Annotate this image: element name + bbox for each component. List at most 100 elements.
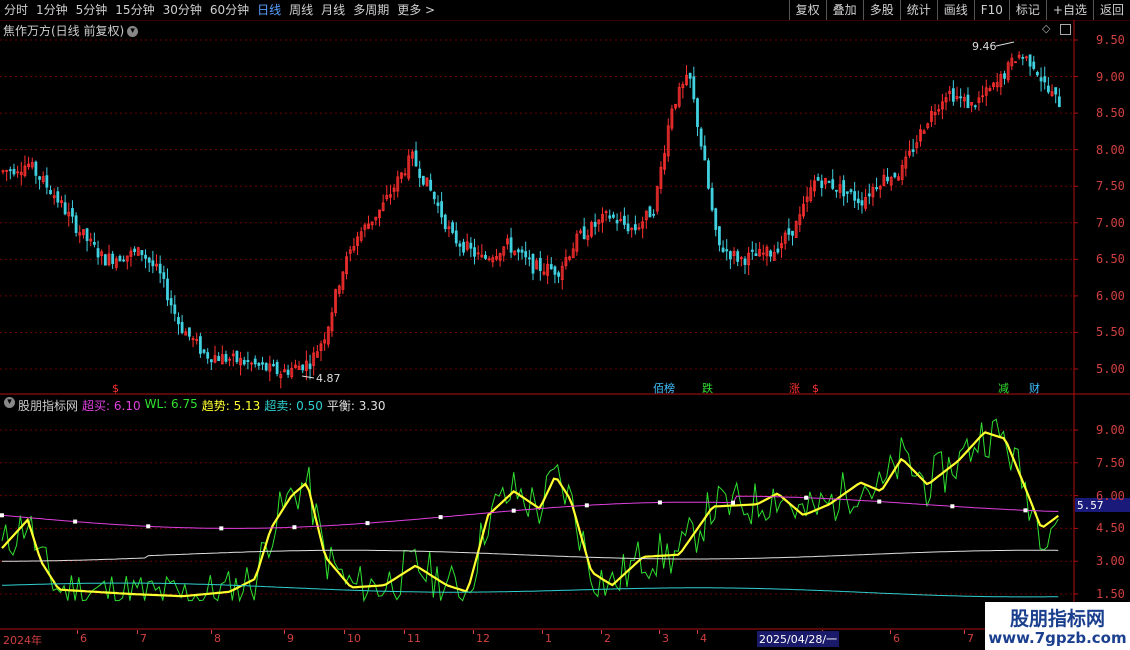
signal-badge-0: $ xyxy=(112,382,119,395)
month-tick xyxy=(344,630,345,634)
candle-body xyxy=(860,200,864,206)
candle-body xyxy=(166,278,169,301)
candle-body xyxy=(147,257,151,263)
candle-body xyxy=(710,187,714,211)
candle-body xyxy=(188,327,191,337)
candle-body xyxy=(414,150,418,167)
candle-body xyxy=(421,175,425,185)
month-label-7: 7 xyxy=(140,632,147,645)
candle-body xyxy=(1057,96,1061,108)
overbought-marker xyxy=(731,500,736,505)
candle-body xyxy=(264,362,268,371)
price-tick-label: 9.50 xyxy=(1096,33,1125,47)
candle-body xyxy=(173,304,177,314)
candle-body xyxy=(769,250,772,257)
indicator-tick-label: 3.00 xyxy=(1096,554,1125,569)
candle-body xyxy=(608,215,612,219)
candle-body xyxy=(845,191,849,194)
wl-line xyxy=(1,418,1059,603)
candle-body xyxy=(458,243,462,247)
price-high-arrow xyxy=(995,41,1015,47)
month-label-4: 4 xyxy=(700,632,707,645)
month-tick xyxy=(473,630,474,634)
indicator-tick-label: 7.50 xyxy=(1096,455,1125,470)
candle-body xyxy=(703,145,707,161)
candle-body xyxy=(787,228,791,235)
candle-body xyxy=(652,213,656,216)
month-tick xyxy=(404,630,405,634)
candle-body xyxy=(275,361,279,375)
candle-body xyxy=(549,264,553,270)
candle-body xyxy=(524,251,528,258)
candle-body xyxy=(217,356,221,362)
candle-body xyxy=(853,191,857,201)
overbought-marker xyxy=(0,513,4,518)
candle-body xyxy=(45,175,49,188)
overbought-marker xyxy=(73,519,78,524)
overbought-marker xyxy=(365,521,370,526)
signal-badge-1: 佰榜 xyxy=(653,382,675,395)
price-tick-label: 7.00 xyxy=(1096,215,1125,230)
candle-body xyxy=(1028,54,1032,67)
candle-body xyxy=(1043,76,1047,83)
candle-body xyxy=(71,208,74,217)
month-tick xyxy=(284,630,285,634)
candle-body xyxy=(144,254,147,259)
candle-body xyxy=(56,191,60,203)
month-tick xyxy=(137,630,138,634)
kline-chart[interactable]: 5.579.464.87 xyxy=(0,0,1130,650)
signal-badge-3: 涨 xyxy=(789,382,800,395)
candle-body xyxy=(38,176,41,180)
candle-body xyxy=(1036,71,1039,76)
candle-body xyxy=(791,230,794,236)
watermark-title: 股朋指标网 xyxy=(1009,608,1105,630)
candle-body xyxy=(462,241,465,253)
candle-body xyxy=(34,161,38,176)
candle-body xyxy=(648,206,652,218)
legend-item-1: WL: 6.75 xyxy=(144,397,198,411)
price-tick-label: 8.00 xyxy=(1096,142,1125,157)
price-tick-label: 6.50 xyxy=(1096,252,1125,267)
month-tick xyxy=(890,630,891,634)
candle-body xyxy=(140,250,144,256)
candle-body xyxy=(103,254,107,266)
price-low-arrow xyxy=(301,375,315,379)
candle-body xyxy=(96,248,100,258)
candle-body xyxy=(74,215,78,233)
month-tick xyxy=(964,630,965,634)
candle-body xyxy=(875,187,878,190)
candle-body xyxy=(867,193,871,197)
month-label-8: 8 xyxy=(214,632,221,645)
month-tick xyxy=(697,630,698,634)
candle-body xyxy=(721,247,725,253)
overbought-marker xyxy=(146,524,151,529)
cursor-date: 2025/04/28/一 xyxy=(757,631,840,647)
overbought-marker xyxy=(438,515,443,520)
overbought-marker xyxy=(219,526,224,531)
candle-body xyxy=(169,298,173,306)
month-label-7: 7 xyxy=(967,632,974,645)
candle-body xyxy=(443,214,447,230)
candle-body xyxy=(911,149,915,152)
candle-body xyxy=(235,350,239,363)
candle-body xyxy=(85,228,89,241)
month-label-6: 6 xyxy=(80,632,87,645)
candle-body xyxy=(827,181,831,183)
month-label-6: 6 xyxy=(893,632,900,645)
candle-body xyxy=(209,359,213,363)
price-tick-label: 9.00 xyxy=(1096,69,1125,84)
candle-body xyxy=(612,214,615,218)
candle-body xyxy=(736,251,740,262)
candle-body xyxy=(454,230,458,244)
month-tick xyxy=(601,630,602,634)
chevron-down-icon[interactable]: ▾ xyxy=(4,397,15,408)
year-label: 2024年 xyxy=(3,634,42,647)
month-tick xyxy=(542,630,543,634)
candle-body xyxy=(707,160,710,189)
candle-body xyxy=(688,72,692,79)
month-label-9: 9 xyxy=(287,632,294,645)
signal-badge-6: 财 xyxy=(1029,382,1040,395)
candle-body xyxy=(842,180,846,197)
candle-body xyxy=(418,168,422,178)
indicator-legend: ▾ 股朋指标网 超买: 6.10 WL: 6.75 趋势: 5.13 超卖: 0.50… xyxy=(4,397,389,414)
